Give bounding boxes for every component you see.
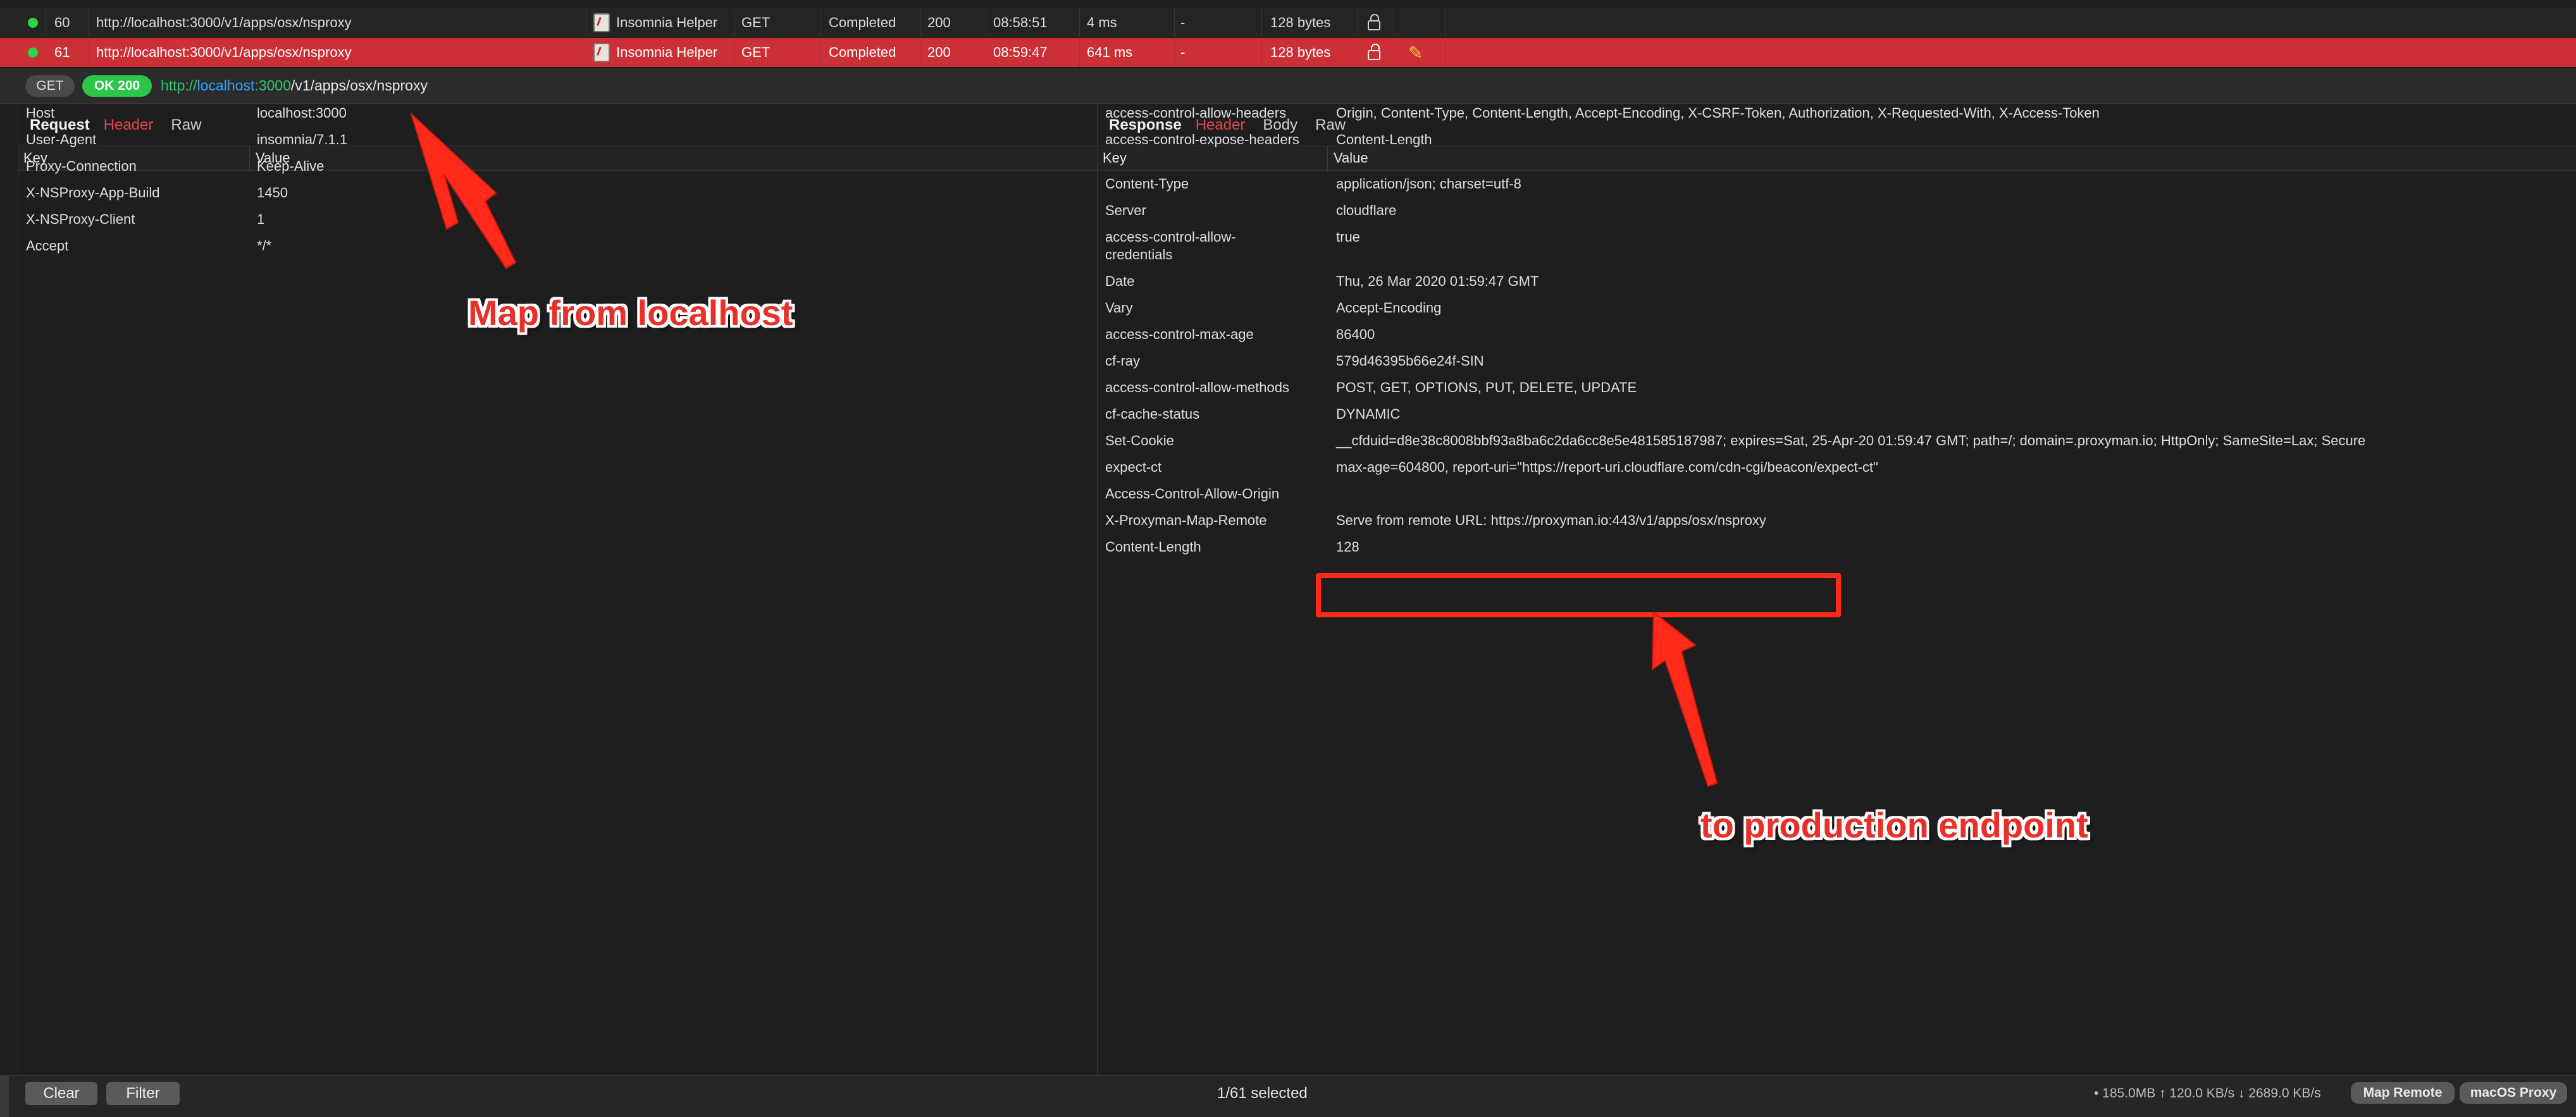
header-value: Thu, 26 Mar 2020 01:59:47 GMT bbox=[1336, 273, 1539, 289]
row-size: 128 bytes bbox=[1270, 44, 1331, 60]
method-badge: GET bbox=[25, 75, 75, 97]
row-id: 60 bbox=[54, 15, 70, 30]
request-list: 60 http://localhost:3000/v1/apps/osx/nsp… bbox=[0, 0, 2576, 68]
header-value: Serve from remote URL: https://proxyman.… bbox=[1336, 512, 1766, 528]
header-key: Vary bbox=[1105, 300, 1133, 316]
header-key: cf-ray bbox=[1105, 353, 1140, 369]
url-path: /v1/apps/osx/nsproxy bbox=[290, 77, 428, 94]
row-extra: - bbox=[1180, 44, 1186, 60]
row-code: 200 bbox=[927, 44, 951, 60]
row-duration: 641 ms bbox=[1087, 44, 1133, 60]
clear-button[interactable]: Clear bbox=[25, 1082, 97, 1105]
table-row[interactable]: 61 http://localhost:3000/v1/apps/osx/nsp… bbox=[0, 38, 2576, 67]
status-badge: OK 200 bbox=[82, 75, 152, 97]
header-value: max-age=604800, report-uri="https://repo… bbox=[1336, 459, 1878, 475]
row-client: Insomnia Helper bbox=[593, 8, 717, 37]
header-value: POST, GET, OPTIONS, PUT, DELETE, UPDATE bbox=[1336, 380, 1637, 395]
header-key: Content-Type bbox=[1105, 176, 1189, 192]
lock-icon bbox=[1368, 8, 1380, 37]
status-dot bbox=[28, 38, 38, 67]
row-status: Completed bbox=[829, 15, 896, 30]
lock-icon bbox=[1368, 38, 1380, 67]
header-value: 1 bbox=[257, 211, 265, 227]
header-key: access-control-allow-headers bbox=[1105, 105, 1287, 121]
header-value: DYNAMIC bbox=[1336, 406, 1401, 422]
header-key: X-Proxyman-Map-Remote bbox=[1105, 512, 1267, 528]
selection-count: 1/61 selected bbox=[1217, 1085, 1308, 1102]
header-key: Accept bbox=[26, 238, 69, 254]
key-column-header[interactable]: Key bbox=[1103, 150, 1127, 166]
url-port: :3000 bbox=[254, 77, 291, 94]
header-key: access-control-allow- credentials bbox=[1105, 229, 1236, 262]
header-value: cloudflare bbox=[1336, 202, 1397, 218]
header-key: access-control-allow-methods bbox=[1105, 380, 1289, 395]
url-host: localhost bbox=[197, 77, 255, 94]
header-value: 1450 bbox=[257, 185, 288, 201]
row-method: GET bbox=[741, 44, 771, 60]
request-pane: Request Header Raw Key Value Host localho… bbox=[18, 104, 1097, 1075]
response-table-header: Key Value bbox=[1098, 145, 2576, 171]
header-value: Origin, Content-Type, Content-Length, Ac… bbox=[1336, 105, 2100, 121]
header-value: Content-Length bbox=[1336, 132, 1432, 147]
header-value: insomnia/7.1.1 bbox=[257, 132, 348, 147]
annotation-map-from-localhost: Map from localhost bbox=[468, 293, 793, 333]
row-status: Completed bbox=[829, 44, 896, 60]
header-key: Date bbox=[1105, 273, 1135, 289]
sidebar-strip bbox=[0, 1075, 9, 1117]
row-size: 128 bytes bbox=[1270, 15, 1331, 30]
header-value: 128 bbox=[1336, 539, 1359, 555]
row-duration: 4 ms bbox=[1087, 15, 1117, 30]
header-value: localhost:3000 bbox=[257, 105, 347, 121]
row-time: 08:58:51 bbox=[993, 15, 1048, 30]
table-row[interactable]: 60 http://localhost:3000/v1/apps/osx/nsp… bbox=[0, 8, 2576, 37]
macos-proxy-badge[interactable]: macOS Proxy bbox=[2460, 1082, 2567, 1104]
row-client: Insomnia Helper bbox=[593, 38, 717, 67]
header-value: */* bbox=[257, 238, 272, 254]
header-key: Server bbox=[1105, 202, 1146, 218]
filter-button[interactable]: Filter bbox=[106, 1082, 180, 1105]
insomnia-app-icon bbox=[593, 43, 610, 62]
pencil-icon[interactable]: ✎ bbox=[1408, 38, 1423, 67]
header-key: expect-ct bbox=[1105, 459, 1162, 475]
header-key: access-control-expose-headers bbox=[1105, 132, 1299, 147]
header-value: true bbox=[1336, 229, 1360, 245]
status-dot bbox=[28, 8, 38, 37]
header-key: Host bbox=[26, 105, 55, 121]
highlight-box bbox=[1316, 573, 1841, 617]
url-scheme: http:// bbox=[161, 77, 197, 94]
traffic-stats: • 185.0MB ↑ 120.0 KB/s ↓ 2689.0 KB/s bbox=[2094, 1086, 2321, 1101]
value-column-header[interactable]: Value bbox=[1334, 150, 1368, 166]
header-key: Content-Length bbox=[1105, 539, 1201, 555]
header-value: __cfduid=d8e38c8008bbf93a8ba6c2da6cc8e5e… bbox=[1336, 433, 2366, 448]
header-value: application/json; charset=utf-8 bbox=[1336, 176, 1521, 192]
header-key: cf-cache-status bbox=[1105, 406, 1200, 422]
header-key: Proxy-Connection bbox=[26, 158, 137, 174]
header-key: access-control-max-age bbox=[1105, 326, 1254, 342]
annotation-to-production: to production endpoint bbox=[1700, 805, 2088, 845]
bottom-bar: Clear Filter 1/61 selected • 185.0MB ↑ 1… bbox=[0, 1075, 2576, 1117]
header-value: 86400 bbox=[1336, 326, 1375, 342]
request-url[interactable]: http://localhost:3000/v1/apps/osx/nsprox… bbox=[161, 77, 428, 94]
url-bar: GET OK 200 http://localhost:3000/v1/apps… bbox=[0, 68, 2576, 104]
header-value: Keep-Alive bbox=[257, 158, 325, 174]
row-method: GET bbox=[741, 15, 771, 30]
map-remote-badge[interactable]: Map Remote bbox=[2351, 1082, 2455, 1104]
row-code: 200 bbox=[927, 15, 951, 30]
row-url: http://localhost:3000/v1/apps/osx/nsprox… bbox=[96, 15, 352, 30]
row-url: http://localhost:3000/v1/apps/osx/nsprox… bbox=[96, 44, 352, 60]
row-extra: - bbox=[1180, 15, 1186, 30]
row-time: 08:59:47 bbox=[993, 44, 1048, 60]
header-key: Access-Control-Allow-Origin bbox=[1105, 486, 1280, 502]
row-id: 61 bbox=[54, 44, 70, 60]
header-value: 579d46395b66e24f-SIN bbox=[1336, 353, 1484, 369]
header-key: User-Agent bbox=[26, 132, 97, 147]
header-key: X-NSProxy-Client bbox=[26, 211, 135, 227]
header-key: Set-Cookie bbox=[1105, 433, 1174, 448]
header-value: Accept-Encoding bbox=[1336, 300, 1442, 316]
header-key: X-NSProxy-App-Build bbox=[26, 185, 160, 201]
insomnia-app-icon bbox=[593, 13, 610, 32]
